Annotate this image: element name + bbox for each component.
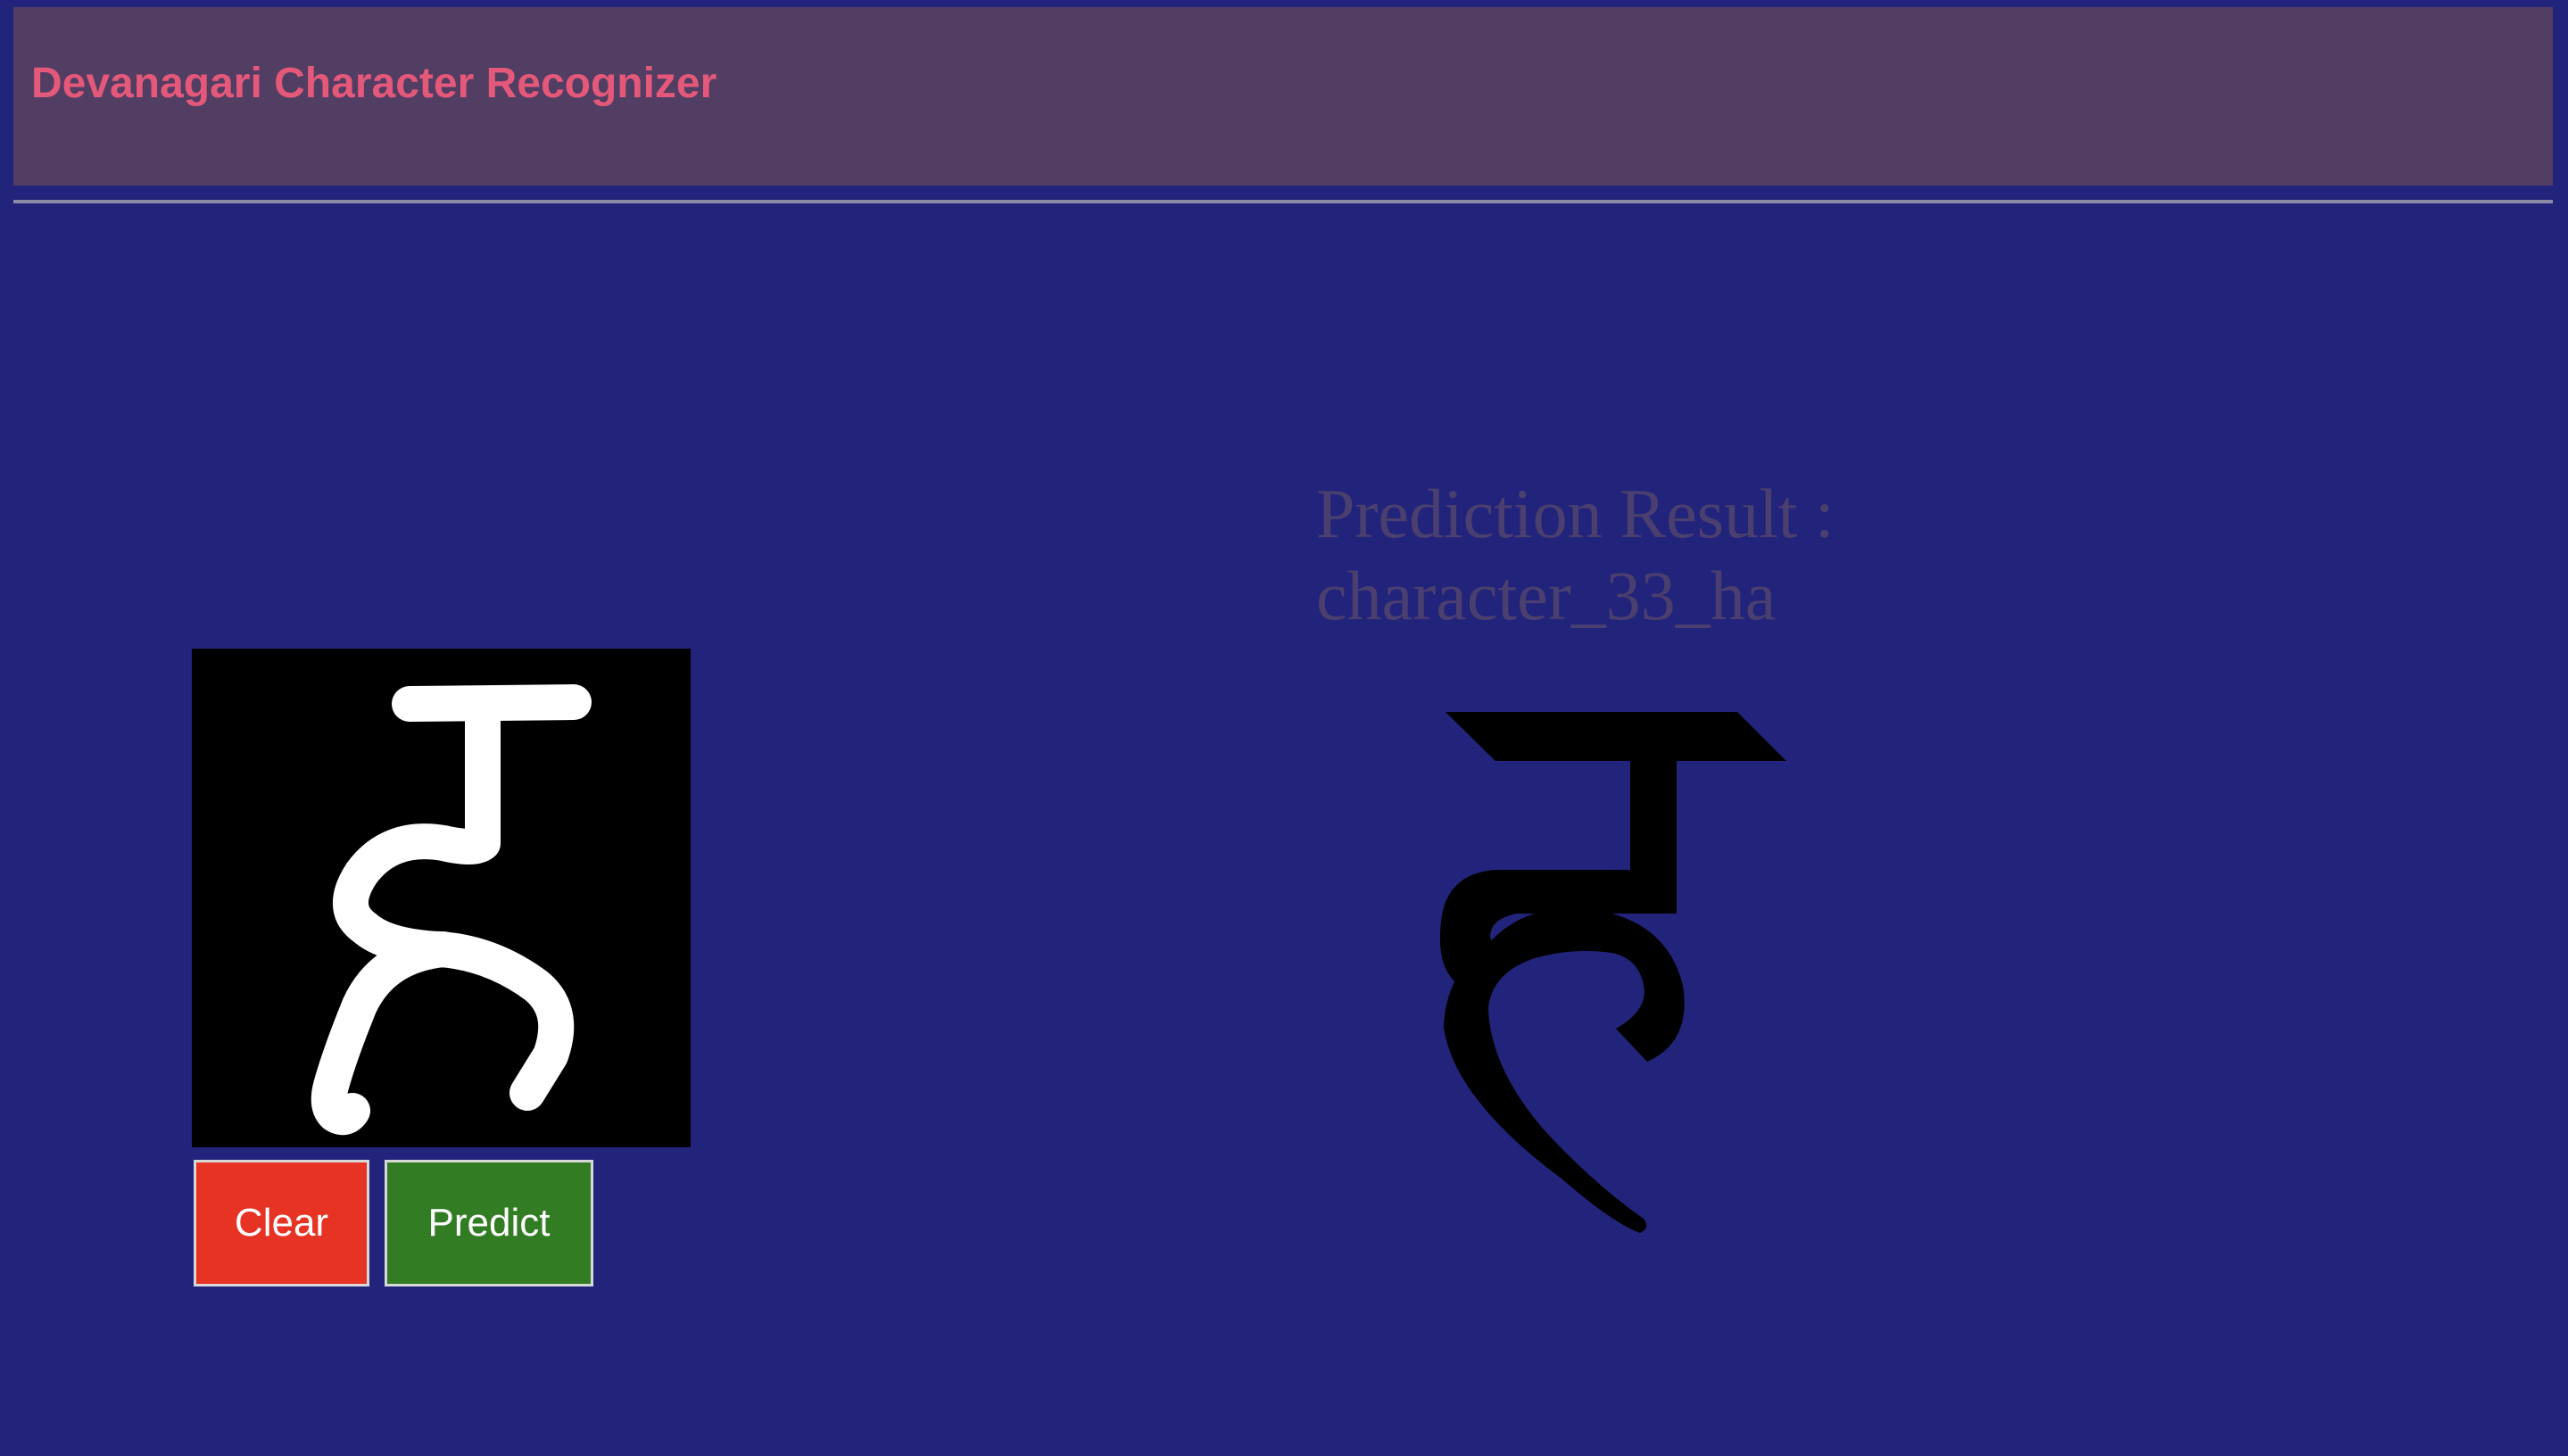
result-character xyxy=(1410,696,1802,1249)
prediction-label: Prediction Result : xyxy=(1316,475,1835,552)
clear-button[interactable]: Clear xyxy=(194,1160,369,1286)
predict-button[interactable]: Predict xyxy=(385,1160,593,1286)
handwritten-ha-stroke-icon xyxy=(311,684,592,1136)
app-header: Devanagari Character Recognizer xyxy=(13,7,2553,186)
prediction-value: character_33_ha xyxy=(1316,557,1777,634)
header-divider xyxy=(13,200,2553,203)
drawing-canvas[interactable] xyxy=(192,649,691,1147)
app-title: Devanagari Character Recognizer xyxy=(31,60,717,107)
devanagari-ha-glyph-icon xyxy=(1439,712,1786,1233)
prediction-result: Prediction Result : character_33_ha xyxy=(1316,473,2119,637)
